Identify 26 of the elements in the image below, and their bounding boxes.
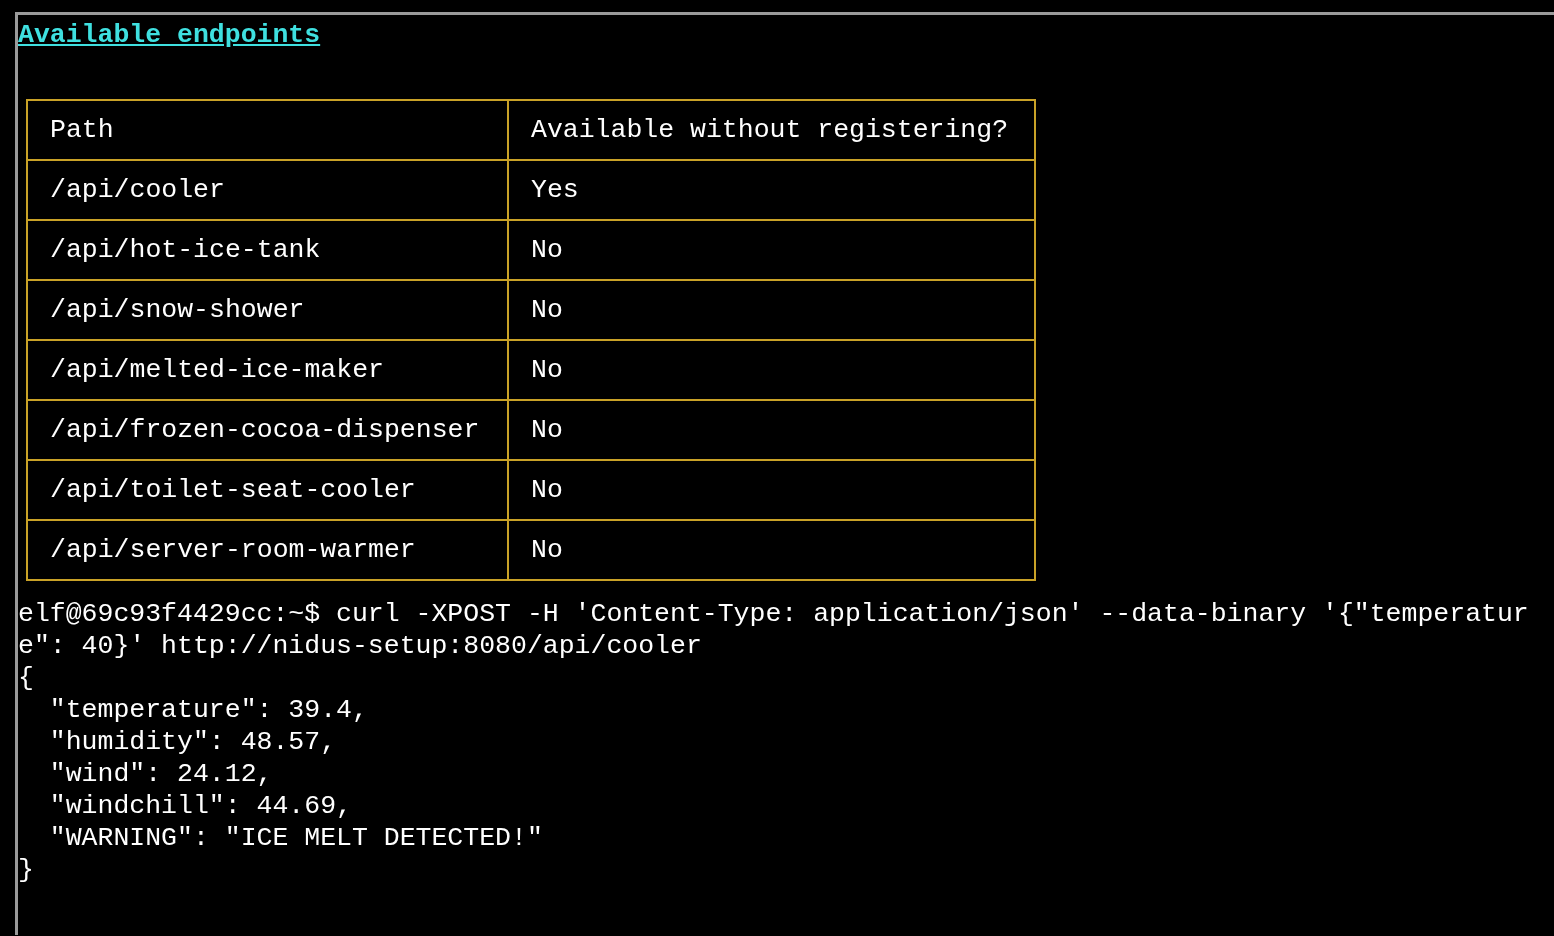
terminal-line: "WARNING": "ICE MELT DETECTED!" <box>48 822 544 854</box>
table-cell: /api/server-room-warmer <box>27 520 508 580</box>
table-cell: No <box>508 280 1035 340</box>
terminal-line: "humidity": 48.57, <box>48 726 338 758</box>
terminal-line: { <box>18 662 35 694</box>
terminal-line: elf@69c93f4429cc:~$ curl -XPOST -H 'Content-Type: application/json' --data-binary '{"temperatur <box>18 598 1530 630</box>
terminal-line: e": 40}' http://nidus-setup:8080/api/cooler <box>18 630 703 662</box>
terminal-line: "temperature": 39.4, <box>48 694 369 726</box>
table-cell: /api/frozen-cocoa-dispenser <box>27 400 508 460</box>
column-header: Available without registering? <box>508 100 1035 160</box>
table-cell: No <box>508 220 1035 280</box>
table-cell: /api/cooler <box>27 160 508 220</box>
column-header: Path <box>27 100 508 160</box>
table-cell: No <box>508 340 1035 400</box>
terminal-line: "windchill": 44.69, <box>48 790 353 822</box>
terminal-line: "wind": 24.12, <box>48 758 274 790</box>
heading-link[interactable]: Available endpoints <box>18 19 321 51</box>
terminal-line: } <box>18 854 35 886</box>
table-cell: /api/hot-ice-tank <box>27 220 508 280</box>
table-cell: /api/melted-ice-maker <box>27 340 508 400</box>
table-cell: No <box>508 400 1035 460</box>
table-cell: /api/snow-shower <box>27 280 508 340</box>
table-cell: Yes <box>508 160 1035 220</box>
table-cell: No <box>508 520 1035 580</box>
table-cell: No <box>508 460 1035 520</box>
table-cell: /api/toilet-seat-cooler <box>27 460 508 520</box>
